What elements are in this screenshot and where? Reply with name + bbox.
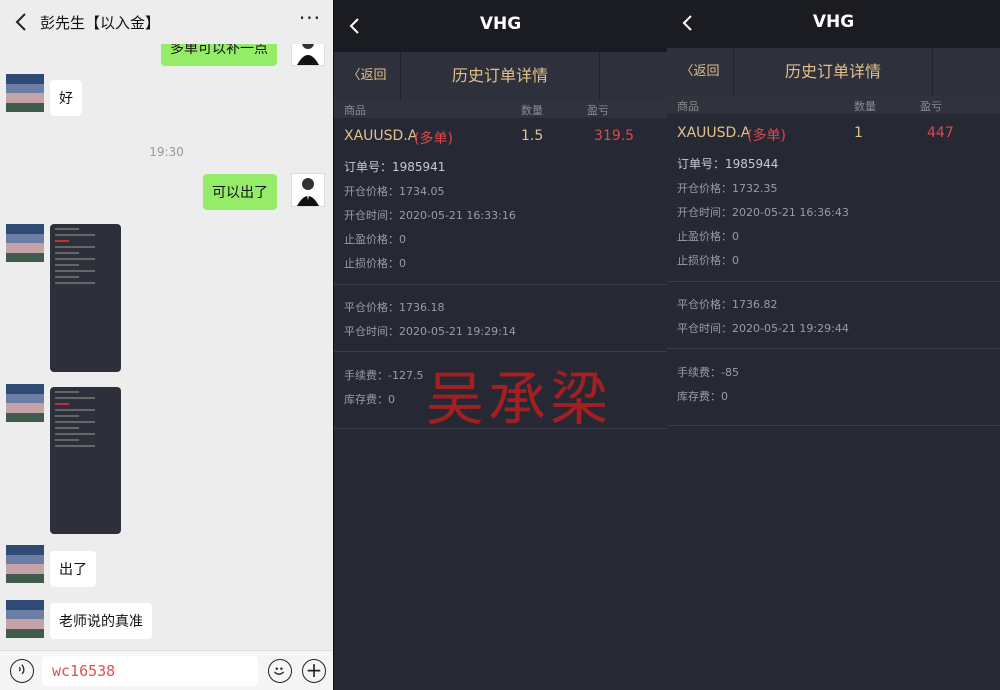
- divider: [932, 48, 933, 96]
- col-qty: 数量: [854, 100, 876, 113]
- divider: [334, 284, 667, 285]
- avatar-contact[interactable]: [6, 600, 44, 638]
- person-avatar-icon: [297, 178, 319, 206]
- return-button[interactable]: 〈返回: [667, 48, 734, 96]
- profit-loss: 319.5: [594, 128, 635, 144]
- back-arrow-icon[interactable]: [10, 9, 32, 35]
- message-bubble-incoming: 老师说的真准: [50, 603, 152, 639]
- watermark-text: 吴承梁: [426, 365, 613, 433]
- close-time: 平仓时间：2020-05-21 19:29:44: [677, 322, 849, 335]
- app-header: VHG: [667, 0, 1000, 48]
- order-side: (多单): [747, 128, 786, 144]
- chat-title: 彭先生【以入金】: [40, 14, 161, 32]
- app-title: VHG: [812, 12, 855, 32]
- symbol: XAUUSD.A: [677, 125, 751, 141]
- page-title: 历史订单详情: [451, 66, 548, 85]
- take-profit-price: 止盈价格：0: [677, 230, 739, 243]
- quantity: 1.5: [521, 128, 544, 144]
- take-profit-price: 止盈价格：0: [344, 233, 406, 246]
- close-time: 平仓时间：2020-05-21 19:29:14: [344, 325, 516, 338]
- image-message-thumbnail[interactable]: [50, 387, 121, 534]
- more-dots-icon[interactable]: ···: [299, 6, 321, 30]
- order-detail-panel-2: VHG 〈返回 历史订单详情 商品 数量 盈亏 XAUUSD.A (多单) 1 …: [667, 0, 1000, 690]
- col-pnl: 盈亏: [587, 104, 609, 117]
- order-number: 订单号：1985944: [677, 157, 779, 171]
- open-time: 开仓时间：2020-05-21 16:33:16: [344, 209, 516, 222]
- open-price: 开仓价格：1734.05: [344, 185, 445, 198]
- chat-input-bar: +: [0, 650, 333, 690]
- message-bubble-incoming: 好: [50, 80, 82, 116]
- avatar-contact[interactable]: [6, 224, 44, 262]
- app-title: VHG: [479, 14, 522, 34]
- emoji-icon[interactable]: [268, 659, 292, 683]
- chat-header: 彭先生【以入金】 ···: [0, 0, 333, 44]
- order-number: 订单号：1985941: [344, 160, 446, 174]
- image-message-thumbnail[interactable]: [50, 224, 121, 372]
- swap-fee: 库存费：0: [344, 393, 395, 406]
- quantity: 1: [854, 125, 863, 141]
- message-bubble-incoming: 出了: [50, 551, 96, 587]
- column-header: 商品 数量 盈亏: [667, 96, 1000, 114]
- column-header: 商品 数量 盈亏: [334, 100, 667, 118]
- message-list[interactable]: 多单可以补一点 好 19:30 可以出了 出了 老师说的真准: [0, 30, 333, 673]
- symbol: XAUUSD.A: [344, 128, 418, 144]
- col-product: 商品: [677, 100, 699, 113]
- message-bubble-outgoing: 可以出了: [203, 174, 277, 210]
- sub-header: 〈返回 历史订单详情: [334, 52, 667, 100]
- commission-fee: 手续费：-127.5: [344, 369, 424, 382]
- close-price: 平仓价格：1736.18: [344, 301, 445, 314]
- stop-loss-price: 止损价格：0: [677, 254, 739, 267]
- divider: [667, 348, 1000, 349]
- message-timestamp: 19:30: [149, 145, 184, 159]
- avatar-contact[interactable]: [6, 74, 44, 112]
- plus-icon[interactable]: +: [302, 659, 326, 683]
- divider: [599, 52, 600, 100]
- order-side: (多单): [414, 131, 453, 147]
- col-pnl: 盈亏: [920, 100, 942, 113]
- profit-loss: 447: [927, 125, 954, 141]
- stop-loss-price: 止损价格：0: [344, 257, 406, 270]
- close-price: 平仓价格：1736.82: [677, 298, 778, 311]
- avatar-self[interactable]: [291, 173, 325, 207]
- open-price: 开仓价格：1732.35: [677, 182, 778, 195]
- col-qty: 数量: [521, 104, 543, 117]
- avatar-contact[interactable]: [6, 545, 44, 583]
- page-title: 历史订单详情: [784, 62, 881, 81]
- app-header: VHG: [334, 0, 667, 52]
- voice-icon[interactable]: [10, 659, 34, 683]
- return-button[interactable]: 〈返回: [334, 52, 401, 100]
- sub-header: 〈返回 历史订单详情: [667, 48, 1000, 96]
- open-time: 开仓时间：2020-05-21 16:36:43: [677, 206, 849, 219]
- avatar-contact[interactable]: [6, 384, 44, 422]
- divider: [667, 425, 1000, 426]
- swap-fee: 库存费：0: [677, 390, 728, 403]
- order-detail-panel-1: VHG 〈返回 历史订单详情 商品 数量 盈亏 XAUUSD.A (多单) 1.…: [334, 0, 667, 690]
- col-product: 商品: [344, 104, 366, 117]
- message-input[interactable]: [42, 656, 258, 686]
- chat-window: 彭先生【以入金】 ··· 多单可以补一点 好 19:30 可以出了 出了 老师说…: [0, 0, 333, 690]
- commission-fee: 手续费：-85: [677, 366, 739, 379]
- divider: [667, 281, 1000, 282]
